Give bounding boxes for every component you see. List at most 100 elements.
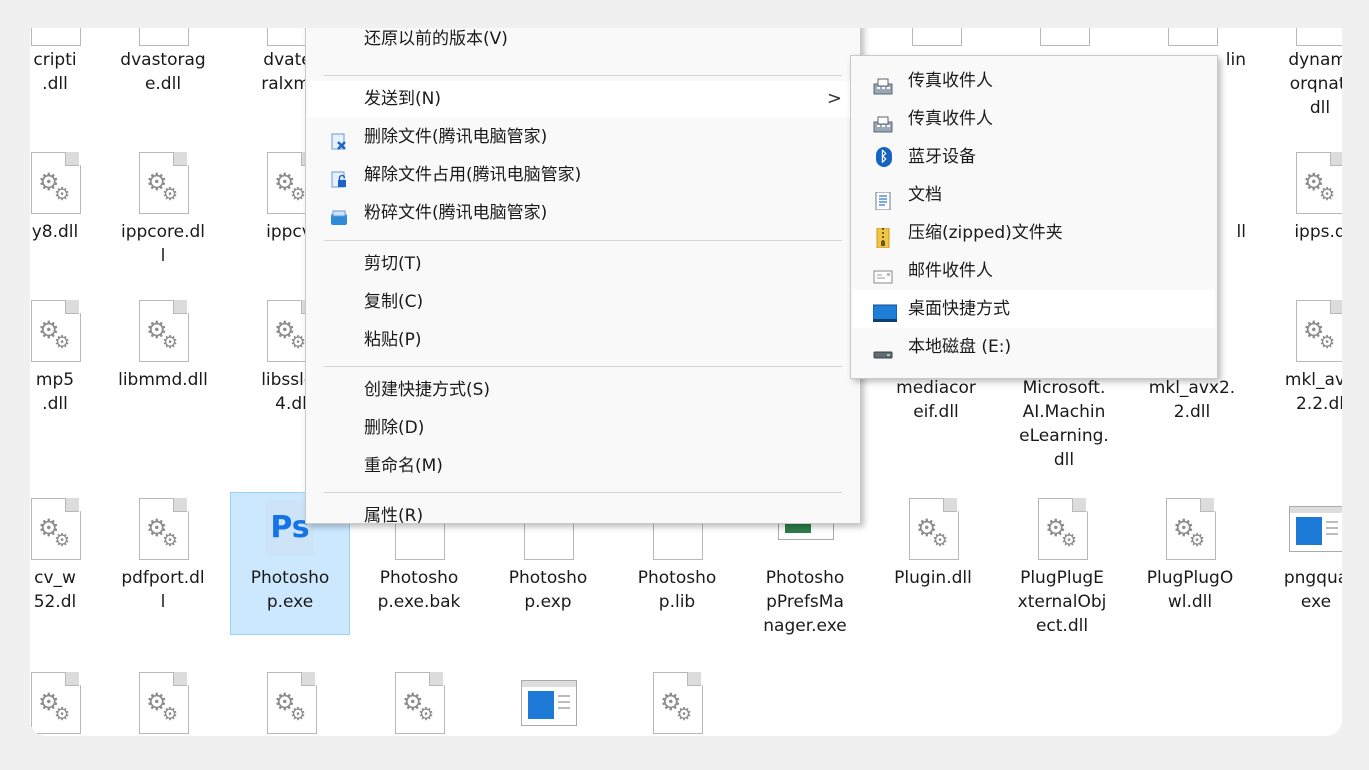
desktop-icon [872,300,898,322]
file-label: Photosho pPrefsMa nager.exe [763,568,847,636]
menu-item-copy[interactable]: 复制(C) [308,284,858,320]
menu-item-label: 删除文件(腾讯电脑管家) [364,127,548,147]
file-item[interactable] [876,28,996,48]
menu-item-label: 发送到(N) [364,89,441,109]
menu-item-label: 还原以前的版本(V) [364,29,508,49]
submenu-item-documents[interactable]: 文档 [853,176,1215,214]
file-item[interactable]: ⚙⚙ mkl_avx 2.2.dl [1260,300,1342,416]
file-item[interactable]: dvastorag e.dll [103,28,223,96]
menu-item-label: 复制(C) [364,292,424,312]
fax-icon [873,110,893,133]
file-item[interactable]: ⚙ ⚙ libmmd.dll [103,300,223,392]
menu-item-label: 粉碎文件(腾讯电脑管家) [364,203,548,223]
submenu-item-label: 蓝牙设备 [908,147,976,167]
menu-item-rename[interactable]: 重命名(M) [308,448,858,484]
file-item[interactable]: ⚙ ⚙ PlugPlugO wl.dll [1130,498,1250,614]
dll-file-icon: ⚙ ⚙ [264,672,318,736]
fax-icon [873,72,893,95]
file-label: Photosho p.exp [508,568,588,612]
screenshot-frame: cripti .dll dvastorag e.dll dvater ralxm… [0,0,1369,770]
dll-file-icon [1037,28,1091,46]
file-label: Photosho p.lib [637,568,717,612]
menu-item-paste[interactable]: 粘贴(P) [308,322,858,358]
file-item[interactable]: Microsoft. AI.Machin eLearning. dll [1004,376,1124,472]
file-item[interactable]: ⚙ ⚙ [359,672,479,736]
submenu-item-local-disk-e[interactable]: 本地磁盘 (E:) [853,328,1215,366]
file-label: mkl_avx 2.2.dl [1284,370,1342,414]
submenu-item-bluetooth[interactable]: ᛒ 蓝牙设备 [853,138,1215,176]
submenu-item-desktop-shortcut[interactable]: 桌面快捷方式 [853,290,1215,328]
submenu-item-label: 桌面快捷方式 [908,299,1010,319]
dll-file-icon: ⚙ ⚙ [906,498,960,562]
file-label: ipps.d [1294,222,1342,242]
file-item[interactable]: dynami orqnati dll [1260,28,1342,120]
menu-item-shred-file-tencent[interactable]: 粉碎文件(腾讯电脑管家) [308,195,858,231]
file-item[interactable]: ⚙ ⚙ PlugPlugE xternalObj ect.dll [1002,498,1122,638]
dll-file-icon [1293,28,1342,46]
dll-file-icon [136,28,190,46]
dll-file-icon: ⚙ ⚙ [136,152,190,216]
file-item[interactable]: ⚙ ⚙ ipps.d [1260,152,1342,244]
file-label: PlugPlugE xternalObj ect.dll [1017,568,1107,636]
dll-file-icon: ⚙ ⚙ [136,672,190,736]
menu-item-label: 创建快捷方式(S) [364,380,491,400]
menu-item-label: 属性(R) [364,506,424,526]
file-item[interactable] [1004,28,1124,48]
file-label: mediacor eif.dll [896,378,976,422]
file-label: PlugPlugO wl.dll [1146,568,1234,612]
menu-separator [324,492,842,493]
send-to-submenu: 传真收件人 传真收件人 ᛒ 蓝牙设备 文档 压缩(zipped)文件夹 邮件收件… [850,55,1218,379]
dll-file-icon [1165,28,1219,46]
file-label: Plugin.dll [894,568,972,588]
dll-file-icon: ⚙ ⚙ [392,672,446,736]
app-window-icon [521,672,577,736]
documents-icon [873,186,893,211]
drive-icon [873,338,893,359]
menu-item-label: 解除文件占用(腾讯电脑管家) [364,165,582,185]
file-item[interactable]: ⚙ ⚙ [231,672,351,736]
dll-file-icon: ⚙ ⚙ [30,300,82,364]
menu-item-properties[interactable]: 属性(R) [308,498,858,534]
file-label: Photosho p.exe.bak [377,568,461,612]
file-explorer-view[interactable]: cripti .dll dvastorag e.dll dvater ralxm… [30,28,1342,736]
file-label: ippcore.dl l [120,222,206,266]
dll-file-icon: ⚙ ⚙ [1035,498,1089,562]
submenu-item-mail-recipient[interactable]: 邮件收件人 [853,252,1215,290]
file-item[interactable]: ⚙ ⚙ [103,672,223,736]
chevron-right-icon: > [826,88,842,109]
mail-icon [873,262,893,284]
file-item[interactable]: ⚙ ⚙ [617,672,737,736]
menu-item-label: 粘贴(P) [364,330,422,350]
file-item[interactable]: mkl_avx2. 2.dll [1132,376,1252,424]
menu-item-send-to[interactable]: 发送到(N) > [308,81,858,117]
submenu-item-compressed-folder[interactable]: 压缩(zipped)文件夹 [853,214,1215,252]
file-label: mkl_avx2. 2.dll [1148,378,1236,422]
dll-file-icon: ⚙ ⚙ [1293,300,1342,364]
file-label: Microsoft. AI.Machin eLearning. dll [1019,378,1109,470]
shredder-icon [330,204,348,225]
submenu-item-fax-recipient[interactable]: 传真收件人 [853,62,1215,100]
submenu-item-fax-recipient-2[interactable]: 传真收件人 [853,100,1215,138]
menu-item-delete[interactable]: 删除(D) [308,410,858,446]
file-item[interactable]: ⚙ ⚙ pdfport.dl l [103,498,223,614]
unlock-file-icon [330,166,348,188]
submenu-item-label: 压缩(zipped)文件夹 [908,223,1063,243]
submenu-item-label: 邮件收件人 [908,261,993,281]
menu-item-delete-file-tencent[interactable]: 删除文件(腾讯电脑管家) [308,119,858,155]
file-item[interactable]: ⚙ ⚙ ippcore.dl l [103,152,223,268]
menu-item-unlock-file-tencent[interactable]: 解除文件占用(腾讯电脑管家) [308,157,858,193]
menu-item-label: 重命名(M) [364,456,443,476]
file-item[interactable]: pngqua exe [1256,498,1342,614]
file-label: pngqua exe [1283,568,1342,612]
file-item[interactable] [488,672,608,736]
dll-file-icon: ⚙ ⚙ [1163,498,1217,562]
menu-item-create-shortcut[interactable]: 创建快捷方式(S) [308,372,858,408]
menu-item-cut[interactable]: 剪切(T) [308,246,858,282]
dll-file-icon: ⚙ ⚙ [136,498,190,562]
delete-file-icon [330,128,348,150]
menu-separator [324,366,842,367]
file-item[interactable]: ⚙ ⚙ Plugin.dll [873,498,993,590]
submenu-item-label: 文档 [908,185,942,205]
menu-item-restore-previous-versions[interactable]: 还原以前的版本(V) [308,28,858,57]
file-item[interactable]: mediacor eif.dll [876,376,996,424]
